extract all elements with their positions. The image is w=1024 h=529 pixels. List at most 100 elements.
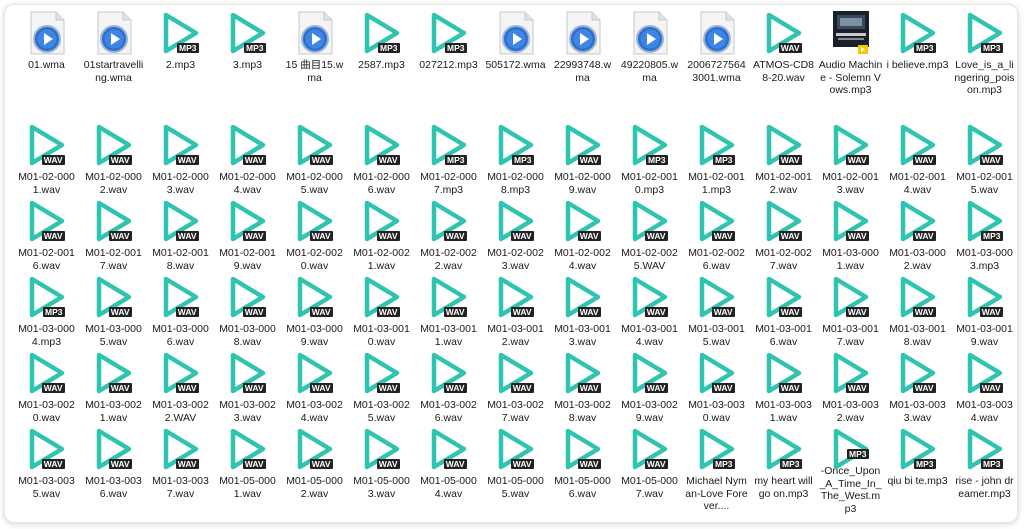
- file-item[interactable]: WAV M01-03-0020.wav: [13, 349, 80, 425]
- file-item[interactable]: WAV M01-02-0015.wav: [951, 121, 1017, 197]
- file-item[interactable]: MP3 M01-02-0007.mp3: [415, 121, 482, 197]
- file-item[interactable]: WAV M01-02-0014.wav: [884, 121, 951, 197]
- file-item[interactable]: WAV M01-03-0009.wav: [281, 273, 348, 349]
- file-item[interactable]: WAV M01-02-0016.wav: [13, 197, 80, 273]
- file-item[interactable]: WAV ATMOS-CD88-20.wav: [750, 9, 817, 121]
- file-item[interactable]: WAV M01-03-0035.wav: [13, 425, 80, 515]
- file-item[interactable]: WAV M01-05-0003.wav: [348, 425, 415, 515]
- file-name-label: M01-02-0024.wav: [554, 247, 611, 272]
- file-item[interactable]: WAV M01-02-0003.wav: [147, 121, 214, 197]
- play-audio-file-icon: WAV: [958, 121, 1012, 169]
- file-item[interactable]: WAV M01-03-0029.wav: [616, 349, 683, 425]
- file-item[interactable]: WAV M01-03-0021.wav: [80, 349, 147, 425]
- file-item[interactable]: WAV M01-03-0028.wav: [549, 349, 616, 425]
- file-item[interactable]: WAV M01-03-0012.wav: [482, 273, 549, 349]
- file-item[interactable]: WAV M01-03-0022.WAV: [147, 349, 214, 425]
- file-item[interactable]: WAV M01-02-0005.wav: [281, 121, 348, 197]
- file-explorer-window: 01.wma 01startravelling.wma MP3 2.mp3 MP3…: [4, 4, 1018, 523]
- file-item[interactable]: WAV M01-02-0025.WAV: [616, 197, 683, 273]
- file-item[interactable]: WAV M01-02-0020.wav: [281, 197, 348, 273]
- file-item[interactable]: WAV M01-05-0001.wav: [214, 425, 281, 515]
- file-item[interactable]: WAV M01-02-0018.wav: [147, 197, 214, 273]
- file-item[interactable]: WAV M01-02-0004.wav: [214, 121, 281, 197]
- file-item[interactable]: WAV M01-03-0018.wav: [884, 273, 951, 349]
- file-item[interactable]: WAV M01-02-0001.wav: [13, 121, 80, 197]
- file-item[interactable]: WAV M01-03-0037.wav: [147, 425, 214, 515]
- file-item[interactable]: WAV M01-05-0005.wav: [482, 425, 549, 515]
- file-item[interactable]: WAV M01-03-0015.wav: [683, 273, 750, 349]
- file-item[interactable]: 505172.wma: [482, 9, 549, 121]
- file-item[interactable]: WAV M01-03-0030.wav: [683, 349, 750, 425]
- file-item[interactable]: WAV M01-03-0031.wav: [750, 349, 817, 425]
- file-item[interactable]: WAV M01-03-0002.wav: [884, 197, 951, 273]
- play-audio-file-icon: WAV: [154, 273, 208, 321]
- file-item[interactable]: WAV M01-03-0005.wav: [80, 273, 147, 349]
- file-item[interactable]: WAV M01-03-0026.wav: [415, 349, 482, 425]
- file-item[interactable]: WAV M01-03-0025.wav: [348, 349, 415, 425]
- file-item[interactable]: WAV M01-03-0019.wav: [951, 273, 1017, 349]
- file-name-label: M01-02-0012.wav: [755, 171, 812, 196]
- file-item[interactable]: WAV M01-03-0017.wav: [817, 273, 884, 349]
- file-item[interactable]: WAV M01-02-0027.wav: [750, 197, 817, 273]
- file-item[interactable]: MP3 Love_is_a_lingering_poison.mp3: [951, 9, 1017, 121]
- file-item[interactable]: MP3 027212.mp3: [415, 9, 482, 121]
- file-item[interactable]: WAV M01-03-0023.wav: [214, 349, 281, 425]
- file-item[interactable]: WAV M01-02-0012.wav: [750, 121, 817, 197]
- file-item[interactable]: MP3 M01-03-0004.mp3: [13, 273, 80, 349]
- file-item[interactable]: WAV M01-02-0026.wav: [683, 197, 750, 273]
- file-item[interactable]: MP3 -Once_Upon_A_Time_In_The_West.mp3: [817, 425, 884, 515]
- file-item[interactable]: WAV M01-02-0017.wav: [80, 197, 147, 273]
- file-item[interactable]: MP3 Michael Nyman-Love Forever....: [683, 425, 750, 515]
- file-item[interactable]: WAV M01-02-0006.wav: [348, 121, 415, 197]
- file-item[interactable]: WAV M01-03-0013.wav: [549, 273, 616, 349]
- file-item[interactable]: WAV M01-03-0016.wav: [750, 273, 817, 349]
- file-item[interactable]: 01startravelling.wma: [80, 9, 147, 121]
- file-item[interactable]: MP3 M01-03-0003.mp3: [951, 197, 1017, 273]
- file-item[interactable]: WAV M01-05-0004.wav: [415, 425, 482, 515]
- file-item[interactable]: WAV M01-02-0009.wav: [549, 121, 616, 197]
- file-item[interactable]: WAV M01-02-0023.wav: [482, 197, 549, 273]
- file-type-badge: WAV: [108, 383, 132, 393]
- file-item[interactable]: WAV M01-03-0014.wav: [616, 273, 683, 349]
- play-audio-file-icon: MP3: [623, 121, 677, 169]
- file-item[interactable]: WAV M01-03-0011.wav: [415, 273, 482, 349]
- file-item[interactable]: WAV M01-05-0002.wav: [281, 425, 348, 515]
- file-item[interactable]: WAV M01-03-0010.wav: [348, 273, 415, 349]
- file-item[interactable]: MP3 M01-02-0008.mp3: [482, 121, 549, 197]
- file-item[interactable]: WAV M01-05-0006.wav: [549, 425, 616, 515]
- file-item[interactable]: 01.wma: [13, 9, 80, 121]
- file-item[interactable]: WAV M01-03-0006.wav: [147, 273, 214, 349]
- file-item[interactable]: WAV M01-03-0008.wav: [214, 273, 281, 349]
- file-item[interactable]: WAV M01-02-0022.wav: [415, 197, 482, 273]
- file-item[interactable]: 49220805.wma: [616, 9, 683, 121]
- file-item[interactable]: WAV M01-02-0021.wav: [348, 197, 415, 273]
- file-item[interactable]: WAV M01-03-0001.wav: [817, 197, 884, 273]
- file-item[interactable]: MP3 my heart will go on.mp3: [750, 425, 817, 515]
- file-item[interactable]: 15 曲目15.wma: [281, 9, 348, 121]
- file-item[interactable]: WAV M01-03-0027.wav: [482, 349, 549, 425]
- file-item[interactable]: 20067275643001.wma: [683, 9, 750, 121]
- file-item[interactable]: MP3 M01-02-0011.mp3: [683, 121, 750, 197]
- file-item[interactable]: WAV M01-03-0036.wav: [80, 425, 147, 515]
- file-name-label: M01-03-0017.wav: [822, 323, 879, 348]
- file-item[interactable]: WAV M01-02-0024.wav: [549, 197, 616, 273]
- file-name-label: M01-03-0004.mp3: [18, 323, 75, 348]
- file-item[interactable]: WAV M01-03-0033.wav: [884, 349, 951, 425]
- file-item[interactable]: WAV M01-03-0032.wav: [817, 349, 884, 425]
- file-item[interactable]: MP3 i believe.mp3: [884, 9, 951, 121]
- file-item[interactable]: WAV M01-03-0034.wav: [951, 349, 1017, 425]
- file-item[interactable]: MP3 M01-02-0010.mp3: [616, 121, 683, 197]
- file-item[interactable]: MP3 qiu bi te.mp3: [884, 425, 951, 515]
- file-item[interactable]: MP3 2.mp3: [147, 9, 214, 121]
- file-item[interactable]: WAV M01-02-0019.wav: [214, 197, 281, 273]
- file-item[interactable]: WAV M01-05-0007.wav: [616, 425, 683, 515]
- file-item[interactable]: Audio Machine - Solemn Vows.mp3: [817, 9, 884, 121]
- play-audio-file-icon: WAV: [221, 121, 275, 169]
- file-item[interactable]: 22993748.wma: [549, 9, 616, 121]
- file-item[interactable]: MP3 2587.mp3: [348, 9, 415, 121]
- file-item[interactable]: MP3 rise - john dreamer.mp3: [951, 425, 1017, 515]
- file-item[interactable]: MP3 3.mp3: [214, 9, 281, 121]
- file-item[interactable]: WAV M01-02-0002.wav: [80, 121, 147, 197]
- file-item[interactable]: WAV M01-03-0024.wav: [281, 349, 348, 425]
- file-item[interactable]: WAV M01-02-0013.wav: [817, 121, 884, 197]
